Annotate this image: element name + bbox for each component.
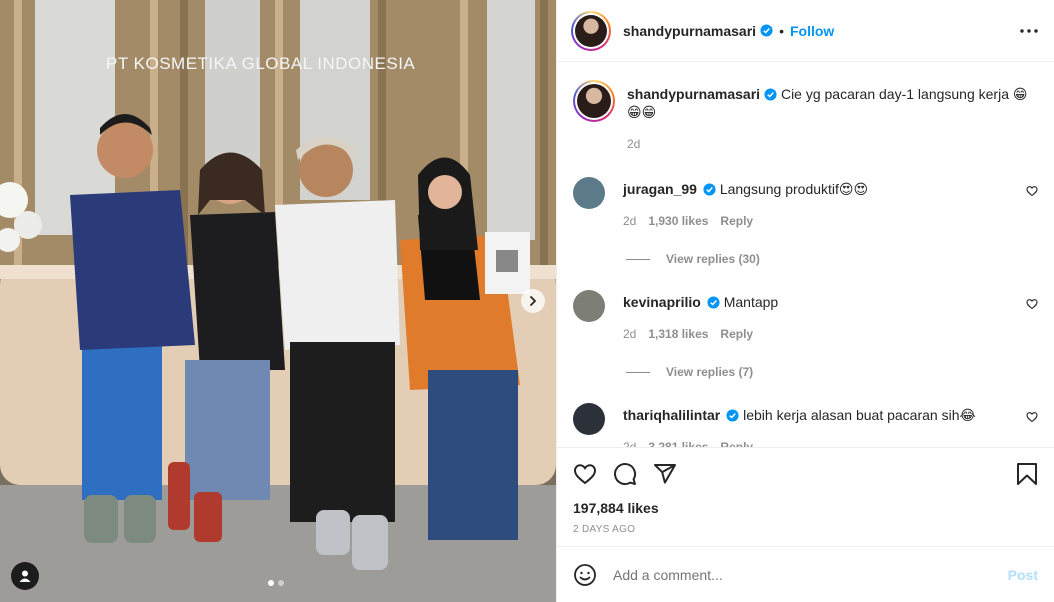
chevron-right-icon xyxy=(530,296,536,306)
verified-badge-icon xyxy=(760,24,773,37)
comment-username[interactable]: juragan_99 xyxy=(623,181,697,197)
post-dialog: PT KOSMETIKA GLOBAL INDONESIA shandypurn… xyxy=(0,0,1054,602)
post-timestamp[interactable]: 2 DAYS AGO xyxy=(573,524,1038,535)
user-tag-icon xyxy=(19,570,31,582)
verified-badge-icon xyxy=(726,409,739,422)
emoji-button[interactable] xyxy=(573,563,597,587)
like-comment-heart-icon[interactable] xyxy=(1026,298,1038,310)
commenter-avatar[interactable] xyxy=(573,177,605,209)
view-replies-button[interactable]: View replies (7) xyxy=(626,365,1038,379)
verified-badge-icon xyxy=(703,183,716,196)
caption-avatar[interactable] xyxy=(573,80,615,122)
comment-text: Mantapp xyxy=(723,294,779,310)
emoji-smile-icon xyxy=(574,563,596,586)
sign-text: PT KOSMETIKA GLOBAL INDONESIA xyxy=(106,54,415,73)
post-photo: PT KOSMETIKA GLOBAL INDONESIA xyxy=(0,0,556,602)
reply-button[interactable]: Reply xyxy=(720,438,753,447)
like-button[interactable] xyxy=(573,462,597,486)
view-replies-button[interactable]: View replies (30) xyxy=(626,252,1038,266)
comment-item: juragan_99 Langsung produktif😍😍 2d 1,930… xyxy=(573,177,1038,230)
heart-icon xyxy=(573,464,597,485)
commenter-avatar[interactable] xyxy=(573,403,605,435)
paper-plane-icon xyxy=(654,464,676,484)
author-username[interactable]: shandypurnamasari xyxy=(623,23,756,39)
author-avatar[interactable] xyxy=(571,10,611,51)
caption-username[interactable]: shandypurnamasari xyxy=(627,86,760,102)
comment-item: thariqhalilintar lebih kerja alasan buat… xyxy=(573,403,1038,447)
bookmark-icon xyxy=(1017,463,1037,485)
comment-bubble-icon xyxy=(614,463,637,486)
comment-item: kevinaprilio Mantapp 2d 1,318 likes Repl… xyxy=(573,290,1038,343)
post-comment-button[interactable]: Post xyxy=(1008,567,1038,583)
add-comment-bar: Post xyxy=(557,546,1054,602)
comment-text: Langsung produktif😍😍 xyxy=(719,181,869,197)
view-replies-label: View replies (30) xyxy=(666,252,760,266)
comment-likes[interactable]: 1,318 likes xyxy=(648,325,708,343)
follow-button[interactable]: Follow xyxy=(790,23,834,39)
caption-age: 2d xyxy=(627,137,641,151)
post-media[interactable]: PT KOSMETIKA GLOBAL INDONESIA xyxy=(0,0,556,602)
post-caption: shandypurnamasari Cie yg pacaran day-1 l… xyxy=(573,62,1038,153)
carousel-dot xyxy=(278,580,284,586)
post-side-panel: shandypurnamasari • Follow shandypurnama… xyxy=(556,0,1054,602)
likes-count[interactable]: 197,884 likes xyxy=(573,500,1038,516)
comment-username[interactable]: kevinaprilio xyxy=(623,294,701,310)
comments-list[interactable]: shandypurnamasari Cie yg pacaran day-1 l… xyxy=(557,62,1054,447)
post-header: shandypurnamasari • Follow xyxy=(557,0,1054,62)
comment-likes[interactable]: 3,281 likes xyxy=(648,438,708,447)
comment-likes[interactable]: 1,930 likes xyxy=(648,212,708,230)
comment-age: 2d xyxy=(623,214,637,228)
tagged-users-button[interactable] xyxy=(11,562,39,590)
header-separator: • xyxy=(779,22,784,39)
like-comment-heart-icon[interactable] xyxy=(1026,185,1038,197)
carousel-indicator xyxy=(268,580,284,586)
comment-username[interactable]: thariqhalilintar xyxy=(623,407,720,423)
save-button[interactable] xyxy=(1016,462,1038,486)
comment-text: lebih kerja alasan buat pacaran sih😂 xyxy=(743,407,976,423)
more-options-icon[interactable] xyxy=(1020,28,1038,33)
comment-button[interactable] xyxy=(613,462,637,486)
carousel-next-button[interactable] xyxy=(521,289,545,313)
verified-badge-icon xyxy=(764,88,777,101)
post-actions: 197,884 likes 2 DAYS AGO xyxy=(557,447,1054,546)
carousel-dot-active xyxy=(268,580,274,586)
share-button[interactable] xyxy=(653,462,677,486)
comment-age: 2d xyxy=(623,440,637,447)
comment-age: 2d xyxy=(623,327,637,341)
reply-button[interactable]: Reply xyxy=(720,212,753,230)
like-comment-heart-icon[interactable] xyxy=(1026,411,1038,423)
verified-badge-icon xyxy=(707,296,720,309)
add-comment-input[interactable] xyxy=(613,566,1008,583)
commenter-avatar[interactable] xyxy=(573,290,605,322)
reply-button[interactable]: Reply xyxy=(720,325,753,343)
view-replies-label: View replies (7) xyxy=(666,365,754,379)
